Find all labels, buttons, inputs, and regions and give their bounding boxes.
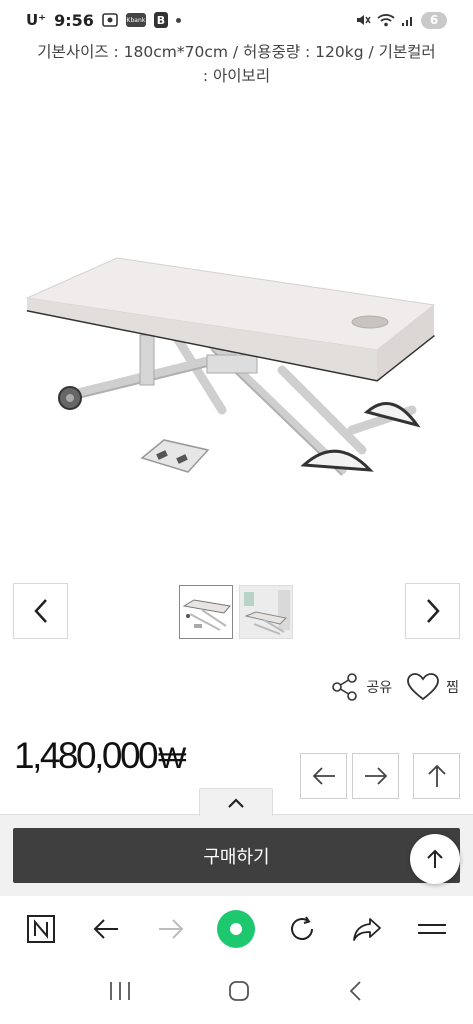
browser-forward-button[interactable]: [149, 907, 193, 951]
recent-apps-icon: [110, 982, 131, 1000]
dot-icon: [175, 17, 181, 23]
like-button[interactable]: 찜: [406, 672, 459, 702]
home-icon: [229, 981, 250, 1001]
gallery-thumbnail-1[interactable]: [179, 585, 233, 639]
carrier-label: U⁺: [26, 11, 47, 29]
mute-icon: [355, 12, 371, 28]
naver-home-button[interactable]: [19, 907, 63, 951]
green-dot-icon: [217, 910, 256, 948]
signal-icon: [401, 13, 415, 27]
browser-back-button[interactable]: [84, 907, 128, 951]
arrow-left-icon: [312, 767, 335, 785]
product-actions: 공유 찜: [330, 672, 459, 702]
green-dot-button[interactable]: [214, 907, 258, 951]
panel-toggle-tab[interactable]: [199, 788, 273, 816]
naver-n-icon: [26, 915, 55, 943]
kbank-icon: Kbank: [125, 13, 146, 27]
product-spec: 기본사이즈 : 180cm*70cm / 허용중량 : 120kg / 기본컬러…: [8, 40, 465, 88]
spec-line-2: : 아이보리: [202, 67, 271, 85]
gallery-prev-button[interactable]: [13, 583, 68, 639]
battery-icon: 6: [421, 11, 447, 29]
arrow-left-icon: [93, 919, 118, 939]
chevron-right-icon: [426, 599, 440, 623]
refresh-button[interactable]: [280, 907, 324, 951]
chevron-left-icon: [349, 981, 361, 1001]
heart-icon: [407, 673, 440, 701]
wifi-icon: [377, 13, 395, 27]
b-app-icon: B: [153, 12, 168, 28]
menu-icon: [418, 924, 447, 934]
arrow-right-icon: [364, 767, 387, 785]
arrow-up-icon: [427, 764, 446, 787]
arrow-up-icon: [427, 849, 443, 868]
refresh-icon: [290, 916, 313, 940]
page-forward-button[interactable]: [352, 753, 399, 799]
gallery-next-button[interactable]: [405, 583, 460, 639]
arrow-right-icon: [159, 919, 184, 939]
home-button[interactable]: [227, 979, 251, 1007]
browser-toolbar: [0, 896, 473, 962]
clock: 9:56: [54, 10, 94, 30]
chevron-left-icon: [33, 599, 47, 623]
page-top-button[interactable]: [413, 753, 460, 799]
share-button[interactable]: 공유: [330, 672, 392, 702]
price-value: 1,480,000: [14, 735, 159, 776]
product-image: [22, 230, 442, 490]
share-page-button[interactable]: [345, 907, 389, 951]
system-back-button[interactable]: [346, 979, 366, 1007]
share-icon: [332, 673, 358, 701]
page-back-button[interactable]: [300, 753, 347, 799]
menu-button[interactable]: [410, 907, 454, 951]
screenshot-icon: [102, 13, 118, 27]
status-bar: U⁺ 9:56 Kbank B 6: [0, 0, 473, 40]
chevron-up-icon: [228, 797, 244, 808]
product-price: 1,480,000₩: [14, 735, 186, 777]
system-navigation: [0, 962, 473, 1024]
share-label: 공유: [366, 680, 393, 696]
scroll-to-top-button[interactable]: [410, 834, 460, 884]
recent-apps-button[interactable]: [107, 979, 133, 1007]
spec-line-1: 기본사이즈 : 180cm*70cm / 허용중량 : 120kg / 기본컬러: [37, 43, 436, 61]
share-arrow-icon: [353, 918, 381, 941]
like-label: 찜: [446, 680, 459, 696]
currency-symbol: ₩: [158, 742, 187, 775]
buy-button[interactable]: 구매하기: [13, 828, 460, 883]
gallery-thumbnail-2[interactable]: [239, 585, 293, 639]
